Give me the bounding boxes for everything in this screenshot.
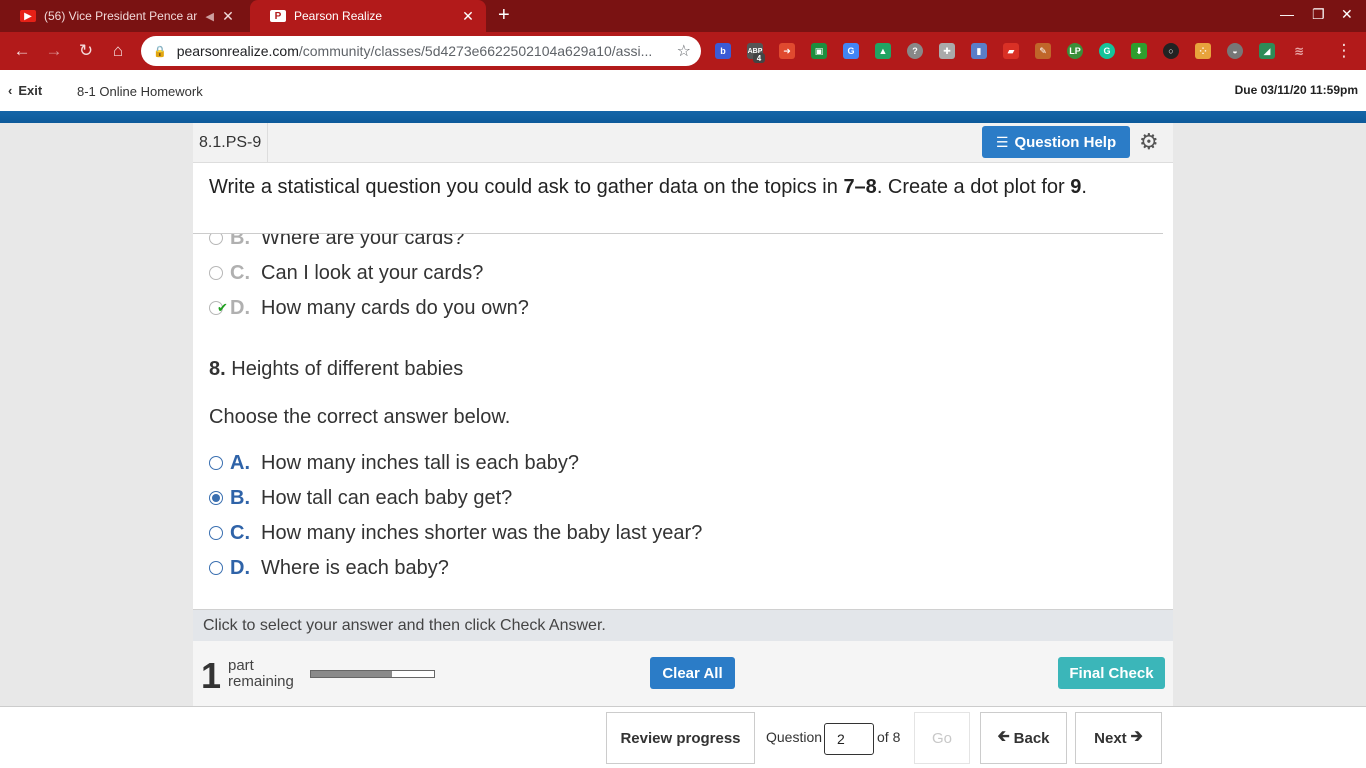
back-arrow-icon[interactable]: ← bbox=[11, 41, 33, 61]
arrow-right-icon: 🡲 bbox=[1130, 727, 1143, 745]
review-progress-button[interactable]: Review progress bbox=[606, 712, 755, 764]
tab-title: (56) Vice President Pence ar bbox=[44, 9, 198, 23]
exit-button[interactable]: ‹ Exit bbox=[8, 83, 42, 98]
browser-tab-strip: ▶ (56) Vice President Pence ar ◀ ✕ P Pea… bbox=[0, 0, 1366, 32]
question-total: of 8 bbox=[877, 729, 901, 745]
extension-cast-icon[interactable]: ◢ bbox=[1259, 43, 1275, 59]
parts-remaining-count: 1 bbox=[201, 655, 222, 696]
extension-grammarly-icon[interactable]: G bbox=[1099, 43, 1115, 59]
bookmark-star-icon[interactable]: ☆ bbox=[677, 41, 691, 61]
question-panel: 8.1.PS-9 ☰ Question Help ⚙ Write a stati… bbox=[193, 123, 1173, 706]
radio-button[interactable] bbox=[209, 526, 223, 540]
close-window-icon[interactable]: ✕ bbox=[1341, 6, 1353, 23]
close-tab-icon[interactable]: ✕ bbox=[218, 8, 238, 25]
answer-option-c[interactable]: C. How many inches shorter was the baby … bbox=[209, 519, 702, 547]
exit-label: Exit bbox=[18, 83, 43, 98]
answer-option-d[interactable]: D. Where is each baby? bbox=[209, 554, 449, 582]
home-icon[interactable]: ⌂ bbox=[107, 41, 129, 61]
progress-fill bbox=[311, 671, 393, 677]
question-number-input[interactable]: 2 bbox=[824, 723, 874, 755]
radio-button-selected[interactable] bbox=[209, 491, 223, 505]
browser-tab-pearson[interactable]: P Pearson Realize ✕ bbox=[250, 0, 486, 32]
choose-instruction: Choose the correct answer below. bbox=[209, 406, 511, 428]
arrow-left-icon: 🡰 bbox=[997, 727, 1010, 745]
extension-tube-icon[interactable]: ▮ bbox=[971, 43, 987, 59]
pearson-icon: P bbox=[270, 10, 286, 22]
extension-download-icon[interactable]: ⬇ bbox=[1131, 43, 1147, 59]
answer-scroll-area[interactable]: B. Where are your cards? C. Can I look a… bbox=[193, 234, 1173, 609]
checkmark-icon: ✔ bbox=[217, 300, 228, 315]
extension-drive-icon[interactable]: ▲ bbox=[875, 43, 891, 59]
address-bar[interactable]: 🔒 pearsonrealize.com/community/classes/5… bbox=[141, 36, 701, 66]
reload-icon[interactable]: ↻ bbox=[75, 41, 97, 61]
radio-button bbox=[209, 266, 223, 280]
extension-circle-icon[interactable]: ○ bbox=[1163, 43, 1179, 59]
browser-tab-youtube[interactable]: ▶ (56) Vice President Pence ar ◀ ✕ bbox=[0, 0, 246, 32]
part-heading: 8. Heights of different babies bbox=[209, 358, 464, 380]
question-footer: 1 part remaining Clear All Final Check bbox=[193, 641, 1173, 706]
youtube-icon: ▶ bbox=[20, 10, 36, 22]
extension-b-icon[interactable]: b bbox=[715, 43, 731, 59]
question-id: 8.1.PS-9 bbox=[193, 123, 269, 163]
restore-icon[interactable]: ❐ bbox=[1312, 6, 1325, 23]
answer-option-b[interactable]: B. How tall can each baby get? bbox=[209, 484, 512, 512]
radio-button: ✔ bbox=[209, 300, 228, 315]
browser-toolbar: ← → ↻ ⌂ 🔒 pearsonrealize.com/community/c… bbox=[0, 32, 1366, 70]
extension-puzzle-icon[interactable]: ✚ bbox=[939, 43, 955, 59]
due-date: Due 03/11/20 11:59pm bbox=[1234, 83, 1358, 97]
question-header: 8.1.PS-9 ☰ Question Help ⚙ bbox=[193, 123, 1173, 163]
question-help-label: Question Help bbox=[1014, 133, 1117, 151]
question-prompt: Write a statistical question you could a… bbox=[209, 176, 1087, 198]
browser-menu-icon[interactable]: ⋮ bbox=[1333, 41, 1355, 61]
question-help-button[interactable]: ☰ Question Help bbox=[982, 126, 1130, 158]
extension-arrow-icon[interactable]: ➜ bbox=[779, 43, 795, 59]
previous-option-c: C. Can I look at your cards? bbox=[209, 259, 483, 287]
new-tab-icon[interactable]: + bbox=[498, 4, 510, 27]
url-text: pearsonrealize.com/community/classes/5d4… bbox=[176, 43, 653, 59]
extension-edit-icon[interactable]: ✎ bbox=[1035, 43, 1051, 59]
wifi-icon[interactable]: ≋ bbox=[1291, 43, 1307, 59]
tab-title: Pearson Realize bbox=[294, 9, 383, 23]
chevron-left-icon: ‹ bbox=[8, 83, 13, 98]
extension-classroom-icon[interactable]: ▣ bbox=[811, 43, 827, 59]
bottom-navigation: Review progress Question 2 of 8 Go 🡰 Back… bbox=[0, 706, 1366, 768]
list-icon: ☰ bbox=[995, 133, 1009, 150]
extension-help-icon[interactable]: ? bbox=[907, 43, 923, 59]
extension-lp-icon[interactable]: LP bbox=[1067, 43, 1083, 59]
extension-chat-icon[interactable]: ◒ bbox=[1227, 43, 1243, 59]
extension-badge: 4 bbox=[753, 53, 765, 63]
minimize-icon[interactable]: — bbox=[1280, 6, 1294, 22]
answer-instruction: Click to select your answer and then cli… bbox=[193, 609, 1173, 641]
final-check-button[interactable]: Final Check bbox=[1058, 657, 1165, 689]
close-tab-icon[interactable]: ✕ bbox=[458, 8, 478, 25]
assignment-title: 8-1 Online Homework bbox=[77, 84, 203, 99]
forward-arrow-icon[interactable]: → bbox=[43, 41, 65, 61]
radio-button[interactable] bbox=[209, 561, 223, 575]
go-button[interactable]: Go bbox=[914, 712, 970, 764]
gear-icon[interactable]: ⚙ bbox=[1139, 129, 1159, 155]
previous-option-b: B. Where are your cards? bbox=[209, 234, 464, 252]
parts-progress-bar bbox=[310, 670, 435, 678]
answer-option-a[interactable]: A. How many inches tall is each baby? bbox=[209, 449, 579, 477]
extension-apps-icon[interactable]: ⁘ bbox=[1195, 43, 1211, 59]
speaker-mute-icon[interactable]: ◀ bbox=[206, 10, 214, 23]
parts-remaining-label: part remaining bbox=[228, 657, 294, 690]
extension-translate-icon[interactable]: G bbox=[843, 43, 859, 59]
extension-bookmark-icon[interactable]: ▰ bbox=[1003, 43, 1019, 59]
radio-button[interactable] bbox=[209, 456, 223, 470]
radio-button bbox=[209, 234, 223, 245]
header-accent-bar bbox=[0, 111, 1366, 123]
lock-icon: 🔒 bbox=[153, 45, 167, 58]
back-button[interactable]: 🡰 Back bbox=[980, 712, 1067, 764]
next-button[interactable]: Next 🡲 bbox=[1075, 712, 1162, 764]
clear-all-button[interactable]: Clear All bbox=[650, 657, 735, 689]
app-header: ‹ Exit 8-1 Online Homework Due 03/11/20 1… bbox=[0, 70, 1366, 112]
previous-option-d: ✔ D. How many cards do you own? bbox=[209, 294, 529, 322]
question-number-label: Question bbox=[766, 729, 823, 745]
